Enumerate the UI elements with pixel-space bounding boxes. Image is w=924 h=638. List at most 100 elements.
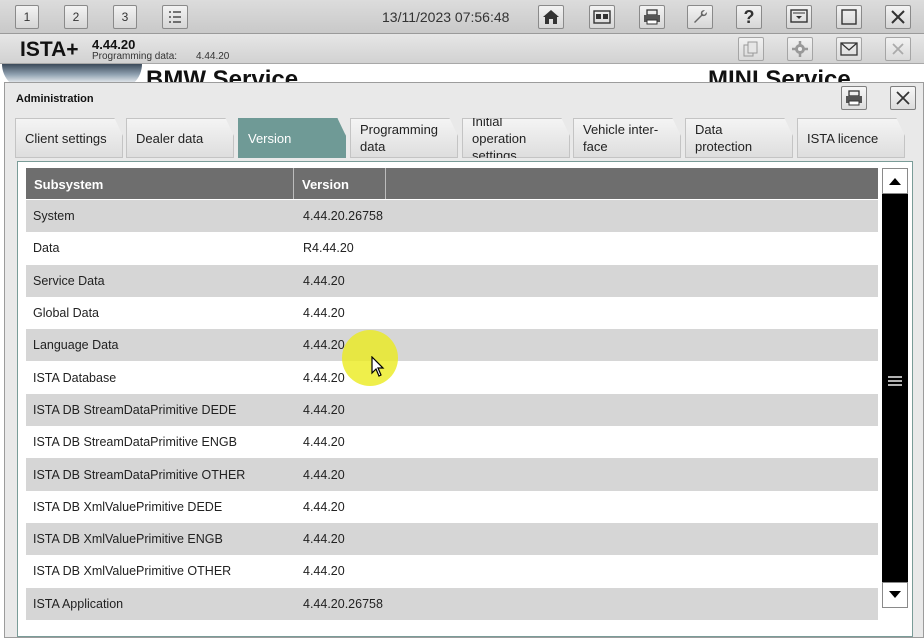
app-name: ISTA+ xyxy=(20,38,79,61)
subsystem-cell: ISTA DB StreamDataPrimitive OTHER xyxy=(33,467,246,482)
datetime-display: 13/11/2023 07:56:48 xyxy=(382,9,510,25)
envelope-icon xyxy=(840,42,858,56)
printer-icon xyxy=(644,9,660,25)
subsystem-cell: ISTA DB StreamDataPrimitive ENGB xyxy=(33,435,237,450)
tab-bar: Client settings Dealer data Version Prog… xyxy=(15,118,920,160)
top-toolbar: 1 2 3 13/11/2023 07:56:48 ? xyxy=(0,0,924,34)
close-icon xyxy=(892,43,904,55)
subsystem-cell: ISTA DB StreamDataPrimitive DEDE xyxy=(33,402,237,417)
version-cell: 4.44.20.26758 xyxy=(303,596,383,611)
help-button[interactable]: ? xyxy=(736,5,762,29)
tab-programming-data[interactable]: Programming data xyxy=(350,118,458,158)
table-row[interactable]: Global Data 4.44.20 xyxy=(26,296,878,330)
dialog-title: Administration xyxy=(16,93,94,105)
close-app-button[interactable] xyxy=(885,5,911,29)
programming-data-value: 4.44.20 xyxy=(196,51,230,62)
table-row[interactable]: ISTA DB XmlValuePrimitive OTHER 4.44.20 xyxy=(26,555,878,588)
version-cell: R4.44.20 xyxy=(303,241,354,256)
version-cell: 4.44.20 xyxy=(303,370,345,385)
scroll-down-button[interactable] xyxy=(882,582,908,608)
version-cell: 4.44.20 xyxy=(303,273,345,288)
mouse-pointer-icon xyxy=(371,356,385,377)
close-icon xyxy=(891,10,905,24)
column-header-version[interactable]: Version xyxy=(294,168,386,199)
arrow-down-icon xyxy=(889,591,901,598)
version-cell: 4.44.20 xyxy=(303,402,345,417)
programming-data-label: Programming data: xyxy=(92,51,178,62)
vertical-scrollbar[interactable] xyxy=(882,168,908,608)
dialog-print-button[interactable] xyxy=(841,86,867,110)
tab-ista-licence[interactable]: ISTA licence xyxy=(797,118,905,158)
id-card-icon xyxy=(593,10,611,24)
tab-initial-operation-settings[interactable]: Initial operation settings xyxy=(462,118,570,158)
workspace-2-button[interactable]: 2 xyxy=(64,5,88,29)
tab-data-protection[interactable]: Data protection xyxy=(685,118,793,158)
version-cell: 4.44.20 xyxy=(303,532,345,547)
version-cell: 4.44.20 xyxy=(303,467,345,482)
subsystem-cell: ISTA Database xyxy=(33,370,117,385)
workspace-1-button[interactable]: 1 xyxy=(15,5,39,29)
tab-version[interactable]: Version xyxy=(238,118,346,158)
column-header-subsystem[interactable]: Subsystem xyxy=(26,168,294,199)
close-icon xyxy=(896,91,910,105)
subsystem-cell: ISTA Application xyxy=(33,596,124,611)
version-cell: 4.44.20 xyxy=(303,499,345,514)
table-row[interactable]: ISTA Database 4.44.20 xyxy=(26,361,878,394)
copy-icon xyxy=(743,41,758,57)
table-row[interactable]: ISTA Application 4.44.20.26758 xyxy=(26,587,878,620)
scroll-grip-icon[interactable] xyxy=(888,374,902,386)
table-row[interactable]: ISTA DB StreamDataPrimitive DEDE 4.44.20 xyxy=(26,393,878,427)
table-row[interactable]: ISTA DB StreamDataPrimitive ENGB 4.44.20 xyxy=(26,426,878,459)
home-button[interactable] xyxy=(538,5,564,29)
table-body: System 4.44.20.26758 Data R4.44.20 Service D… xyxy=(26,200,878,620)
dialog-close-button[interactable] xyxy=(890,86,916,110)
message-button[interactable] xyxy=(836,37,862,61)
version-cell: 4.44.20 xyxy=(303,564,345,579)
table-row[interactable]: System 4.44.20.26758 xyxy=(26,200,878,233)
settings-button[interactable] xyxy=(787,37,813,61)
version-cell: 4.44.20 xyxy=(303,338,345,353)
table-row[interactable]: ISTA DB XmlValuePrimitive DEDE 4.44.20 xyxy=(26,490,878,523)
version-table: Subsystem Version System 4.44.20.26758 Dat… xyxy=(26,168,878,634)
table-row[interactable]: Service Data 4.44.20 xyxy=(26,264,878,297)
copy-button[interactable] xyxy=(738,37,764,61)
subsystem-cell: System xyxy=(33,209,75,224)
print-button[interactable] xyxy=(639,5,665,29)
monitor-icon xyxy=(790,9,808,23)
version-cell: 4.44.20 xyxy=(303,435,345,450)
table-row[interactable]: ISTA DB XmlValuePrimitive ENGB 4.44.20 xyxy=(26,522,878,556)
vehicle-id-button[interactable] xyxy=(589,5,615,29)
subsystem-cell: ISTA DB XmlValuePrimitive OTHER xyxy=(33,564,232,579)
tab-vehicle-interface[interactable]: Vehicle inter-face xyxy=(573,118,681,158)
subsystem-cell: Data xyxy=(33,241,60,256)
version-panel: Subsystem Version System 4.44.20.26758 Dat… xyxy=(17,161,913,637)
table-row[interactable]: Language Data 4.44.20 xyxy=(26,329,878,362)
subsystem-cell: ISTA DB XmlValuePrimitive DEDE xyxy=(33,499,223,514)
list-button[interactable] xyxy=(162,5,188,29)
service-button[interactable] xyxy=(687,5,713,29)
scroll-up-button[interactable] xyxy=(882,168,908,194)
app-version: 4.44.20 xyxy=(92,37,136,52)
version-cell: 4.44.20 xyxy=(303,306,345,321)
table-row[interactable]: Data R4.44.20 xyxy=(26,232,878,265)
administration-dialog: Administration Client settings Dealer da… xyxy=(4,82,924,638)
window-button[interactable] xyxy=(836,5,862,29)
home-icon xyxy=(543,10,559,24)
tab-dealer-data[interactable]: Dealer data xyxy=(126,118,234,158)
table-row[interactable]: ISTA DB StreamDataPrimitive OTHER 4.44.20 xyxy=(26,458,878,491)
list-icon xyxy=(169,11,181,23)
version-cell: 4.44.20.26758 xyxy=(303,209,383,224)
window-icon xyxy=(841,9,857,25)
subsystem-cell: ISTA DB XmlValuePrimitive ENGB xyxy=(33,532,223,547)
workspace-3-button[interactable]: 3 xyxy=(113,5,137,29)
close-session-button[interactable] xyxy=(885,37,911,61)
subsystem-cell: Global Data xyxy=(33,306,100,321)
tab-client-settings[interactable]: Client settings xyxy=(15,118,123,158)
printer-icon xyxy=(846,90,862,106)
wrench-icon xyxy=(694,10,707,23)
table-header: Subsystem Version xyxy=(26,168,878,199)
app-bar: ISTA+ 4.44.20 Programming data: 4.44.20 xyxy=(0,34,924,64)
help-icon: ? xyxy=(743,6,755,27)
display-button[interactable] xyxy=(786,5,812,29)
subsystem-cell: Service Data xyxy=(33,273,105,288)
